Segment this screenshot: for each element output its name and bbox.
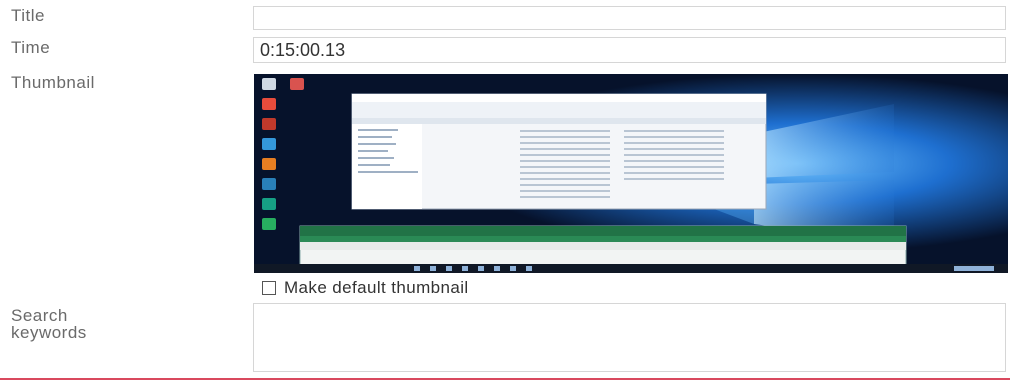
make-default-thumbnail-label: Make default thumbnail [284, 278, 469, 297]
thumbnail-label: Thumbnail [11, 73, 95, 92]
time-label: Time [11, 38, 51, 57]
make-default-thumbnail-checkbox[interactable] [262, 281, 276, 295]
time-value: 0:15:00.13 [260, 39, 346, 60]
desktop-screenshot [254, 74, 1008, 273]
video-properties-form: Title Time 0:15:00.13 Thumbnail Make def… [0, 0, 1010, 381]
title-label: Title [11, 6, 45, 25]
time-field[interactable]: 0:15:00.13 [253, 37, 1006, 63]
make-default-thumbnail-option[interactable]: Make default thumbnail [262, 278, 469, 298]
search-keywords-input[interactable] [253, 303, 1006, 372]
search-keywords-label: Search keywords [11, 306, 87, 342]
title-input[interactable] [253, 6, 1006, 30]
bottom-accent-line [0, 378, 1010, 380]
thumbnail-image [254, 74, 1008, 273]
